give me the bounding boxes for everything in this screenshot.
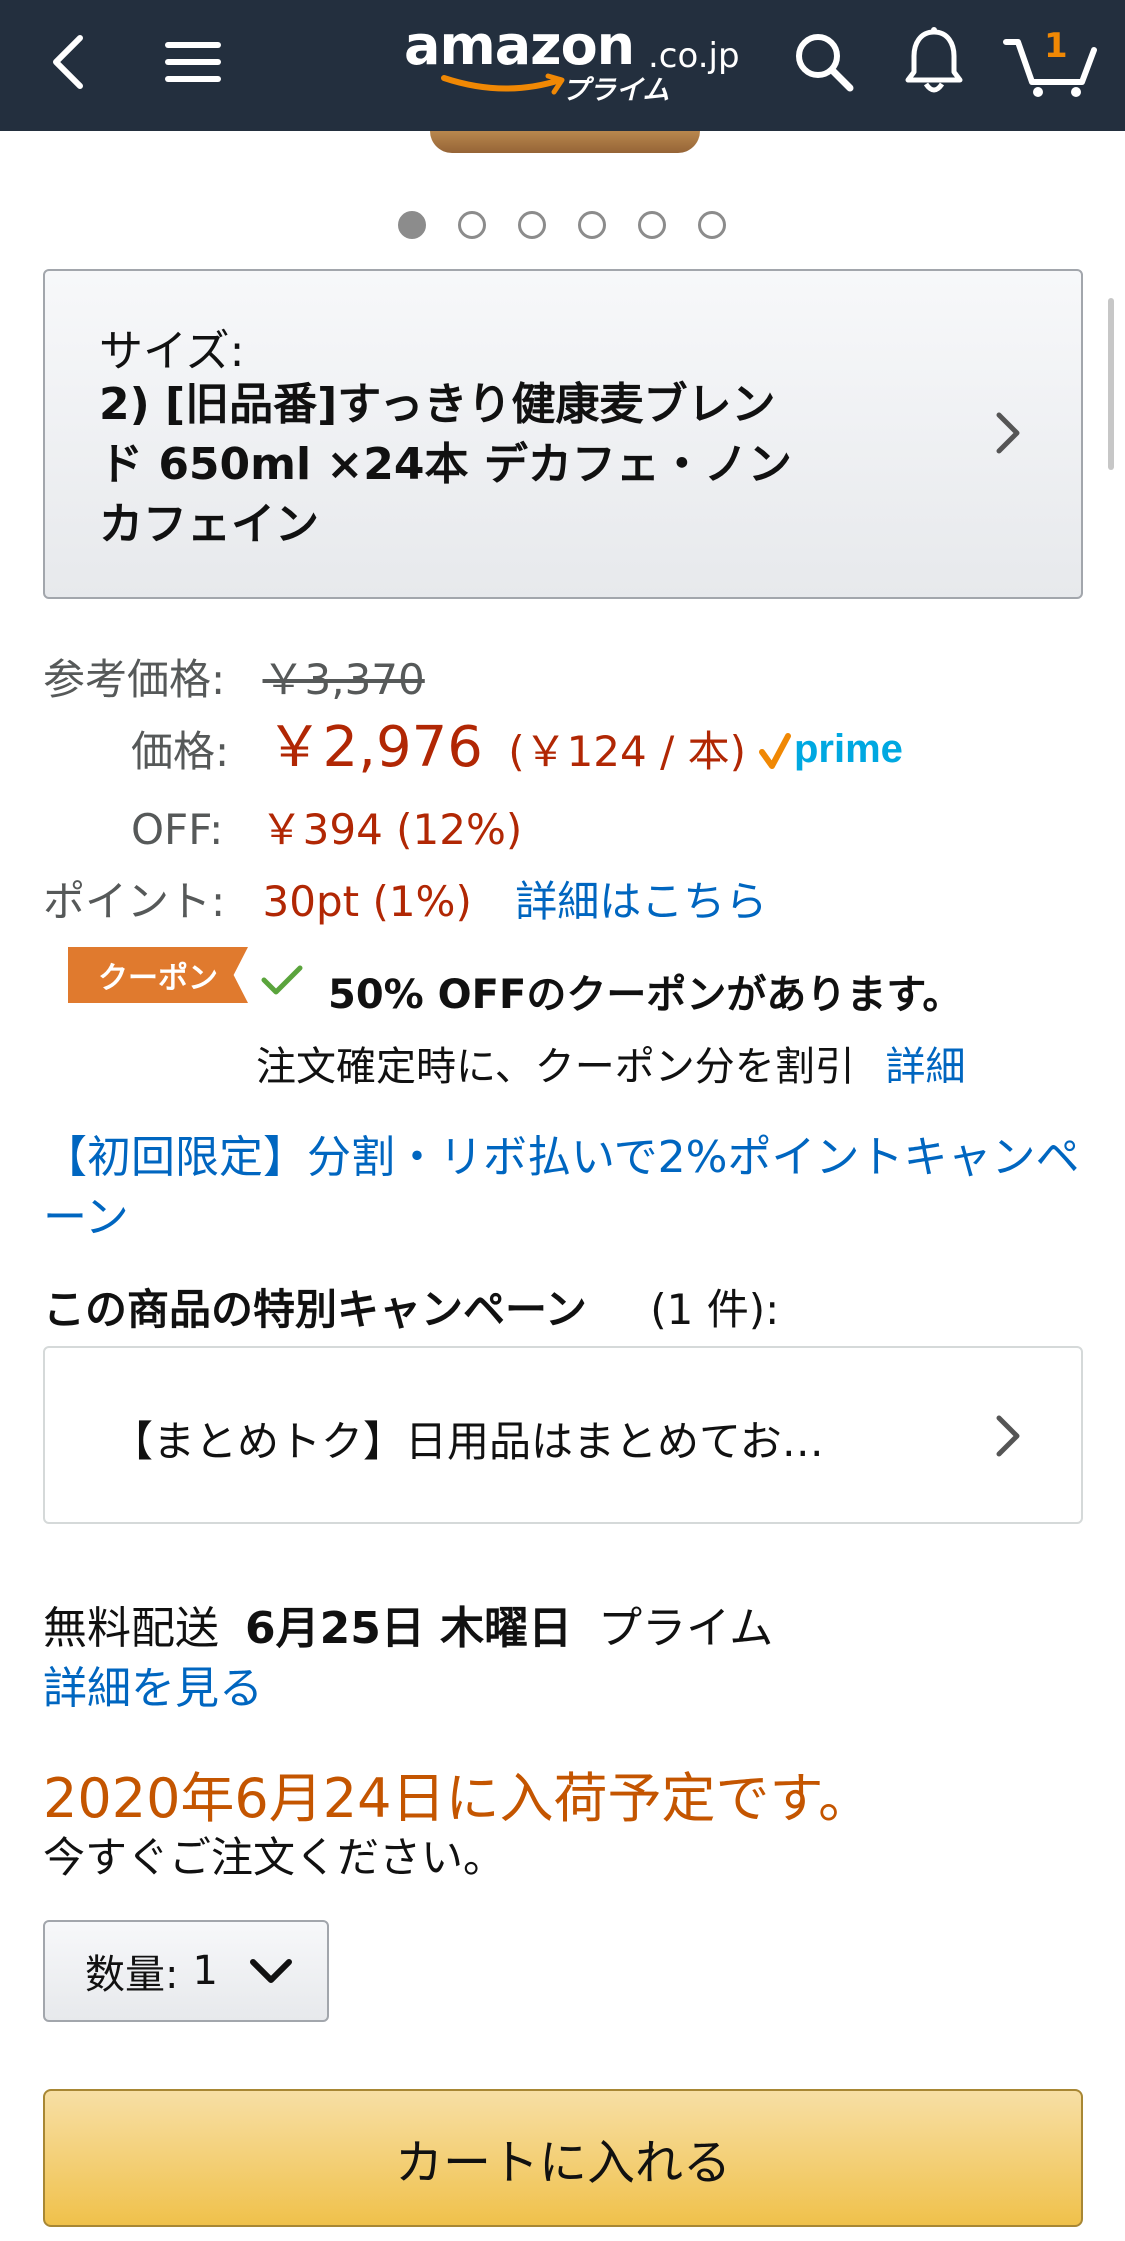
amazon-logo[interactable]: amazon .co.jp プライム <box>400 14 740 114</box>
points-row: ポイント: 30pt (1%) 詳細はこちら <box>43 874 767 930</box>
add-to-cart-button[interactable]: カートに入れる <box>43 2089 1083 2227</box>
carousel-dot[interactable] <box>458 211 486 239</box>
cart-count-badge: 1 <box>1044 26 1068 66</box>
chevron-down-icon <box>250 1959 292 1983</box>
carousel-dot[interactable] <box>578 211 606 239</box>
checkmark-icon <box>261 965 303 995</box>
reference-price-row: 参考価格: ￥3,370 <box>43 652 425 708</box>
special-campaign-count: (1 件): <box>650 1285 780 1334</box>
image-carousel-dots <box>398 211 726 239</box>
unit-price: (￥124 / 本) <box>508 727 746 776</box>
prime-badge-text: prime <box>794 727 903 771</box>
special-campaign-text: 【まとめトク】日用品はまとめてお… <box>111 1417 824 1466</box>
cart-icon[interactable]: 1 <box>1000 22 1100 102</box>
size-selector[interactable]: サイズ: 2) [旧品番]すっきり健康麦ブレンド 650ml ×24本 デカフェ… <box>43 269 1083 599</box>
delivery-prefix: 無料配送 <box>43 1603 219 1654</box>
carousel-dot[interactable] <box>518 211 546 239</box>
coupon-subtext-label: 注文確定時に、クーポン分を割引 <box>256 1044 855 1090</box>
delivery-info: 無料配送 6月25日 木曜日 プライム <box>43 1592 773 1656</box>
price-row: 価格: ￥2,976 (￥124 / 本) <box>131 720 746 780</box>
logo-prime: プライム <box>562 75 670 106</box>
coupon-tag: クーポン <box>68 947 248 1003</box>
price-value: ￥2,976 <box>266 715 483 780</box>
prime-badge-icon: prime <box>759 727 903 771</box>
delivery-suffix: プライム <box>598 1603 774 1654</box>
quantity-value: 1 <box>192 1948 218 1994</box>
product-image[interactable] <box>430 131 700 153</box>
menu-icon[interactable] <box>158 22 228 102</box>
points-label: ポイント: <box>43 877 226 926</box>
size-value: 2) [旧品番]すっきり健康麦ブレンド 650ml ×24本 デカフェ・ノンカフ… <box>99 379 792 550</box>
discount-row: OFF: ￥394 (12%) <box>131 802 522 858</box>
reference-price-label: 参考価格: <box>43 655 226 704</box>
bell-icon[interactable] <box>896 22 972 102</box>
points-value: 30pt (1%) <box>262 877 472 926</box>
quantity-dropdown[interactable]: 数量: 1 <box>43 1920 329 2022</box>
special-campaign-item[interactable]: 【まとめトク】日用品はまとめてお… <box>43 1346 1083 1524</box>
smile-arrow-icon <box>441 73 565 95</box>
scrollbar[interactable] <box>1108 298 1114 470</box>
size-label: サイズ: <box>99 326 245 377</box>
carousel-dot[interactable] <box>398 211 426 239</box>
special-campaign-title: この商品の特別キャンペーン <box>43 1285 587 1334</box>
discount-value: ￥394 (12%) <box>260 805 523 854</box>
points-details-link[interactable]: 詳細はこちら <box>515 877 767 926</box>
coupon-text[interactable]: 50% OFFのクーポンがあります。 <box>328 962 962 1020</box>
discount-label: OFF: <box>131 805 224 854</box>
search-icon[interactable] <box>786 24 862 100</box>
delivery-details-link[interactable]: 詳細を見る <box>43 1652 263 1716</box>
quantity-label: 数量: <box>85 1952 179 1998</box>
chevron-right-icon <box>996 1415 1020 1457</box>
back-icon[interactable] <box>40 22 96 102</box>
top-nav-bar: amazon .co.jp プライム 1 <box>0 0 1125 131</box>
carousel-dot[interactable] <box>638 211 666 239</box>
coupon-details-link[interactable]: 詳細 <box>886 1044 966 1090</box>
carousel-dot[interactable] <box>698 211 726 239</box>
reference-price-value: ￥3,370 <box>262 655 425 704</box>
chevron-right-icon <box>996 412 1020 454</box>
stock-message: 2020年6月24日に入荷予定です。 <box>43 1767 873 1830</box>
delivery-date: 6月25日 木曜日 <box>245 1603 573 1654</box>
campaign-link[interactable]: 【初回限定】分割・リボ払いで2%ポイントキャンペーン <box>43 1128 1083 1248</box>
order-now-text: 今すぐご注文ください。 <box>43 1833 506 1882</box>
coupon-subtext: 注文確定時に、クーポン分を割引 詳細 <box>256 1034 966 1092</box>
special-campaign-heading: この商品の特別キャンペーン (1 件): <box>43 1276 779 1337</box>
price-label: 価格: <box>131 727 230 776</box>
